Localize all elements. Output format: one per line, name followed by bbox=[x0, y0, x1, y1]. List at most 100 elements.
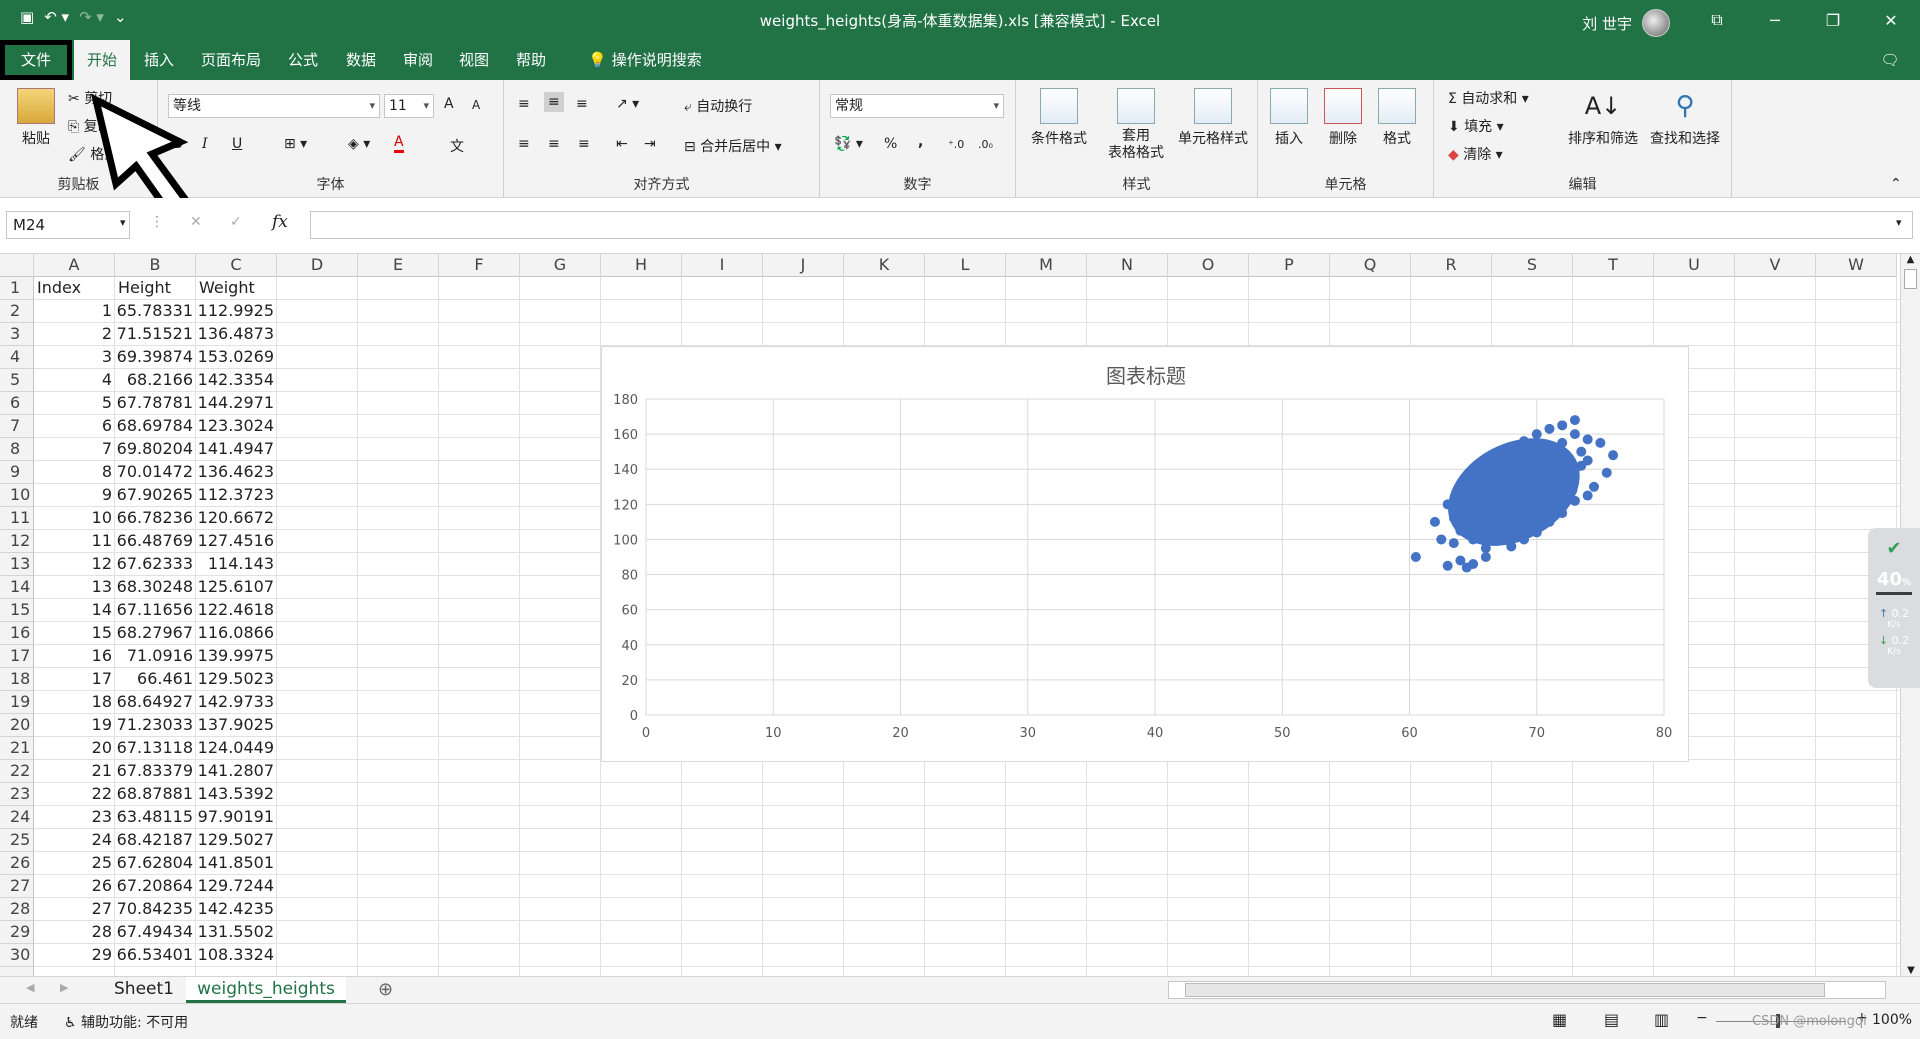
table-cell[interactable]: 12 bbox=[34, 553, 115, 576]
wrap-text-button[interactable]: ⤶ 自动换行 bbox=[684, 96, 752, 116]
scroll-thumb[interactable] bbox=[1904, 269, 1917, 289]
table-cell[interactable]: 14 bbox=[34, 599, 115, 622]
table-cell[interactable]: 97.90191 bbox=[196, 806, 277, 829]
table-cell[interactable]: 129.5023 bbox=[196, 668, 277, 691]
table-cell[interactable]: 16 bbox=[34, 645, 115, 668]
currency-icon[interactable]: 💱 ▾ bbox=[834, 136, 863, 152]
table-cell[interactable]: 136.4873 bbox=[196, 323, 277, 346]
select-all-corner[interactable] bbox=[0, 254, 34, 277]
h-scroll-thumb[interactable] bbox=[1185, 983, 1825, 997]
table-cell[interactable]: 112.9925 bbox=[196, 300, 277, 323]
table-cell[interactable]: 15 bbox=[34, 622, 115, 645]
table-cell[interactable]: 141.4947 bbox=[196, 438, 277, 461]
table-cell[interactable]: 27 bbox=[34, 898, 115, 921]
table-cell[interactable]: 71.51521 bbox=[115, 323, 196, 346]
row-header[interactable]: 14 bbox=[0, 576, 34, 599]
table-cell[interactable]: 67.78781 bbox=[115, 392, 196, 415]
table-cell[interactable]: 4 bbox=[34, 369, 115, 392]
table-cell[interactable]: 139.9975 bbox=[196, 645, 277, 668]
table-cell[interactable]: 65.78331 bbox=[115, 300, 196, 323]
row-header[interactable]: 30 bbox=[0, 944, 34, 967]
table-cell[interactable]: 114.143 bbox=[196, 553, 277, 576]
table-cell[interactable]: 11 bbox=[34, 530, 115, 553]
table-cell[interactable]: 24 bbox=[34, 829, 115, 852]
tab-insert[interactable]: 插入 bbox=[136, 40, 182, 80]
row-header[interactable]: 5 bbox=[0, 369, 34, 392]
increase-decimal-icon[interactable]: ⁺.0 bbox=[948, 138, 964, 151]
name-box[interactable]: M24 bbox=[6, 211, 130, 239]
table-cell[interactable]: 136.4623 bbox=[196, 461, 277, 484]
percent-button[interactable]: % bbox=[884, 136, 897, 152]
conditional-format-button[interactable]: 条件格式 bbox=[1026, 88, 1092, 148]
add-sheet-icon[interactable]: ⊕ bbox=[378, 979, 393, 1000]
row-header[interactable] bbox=[0, 967, 34, 976]
column-header[interactable]: S bbox=[1492, 254, 1573, 277]
table-cell[interactable]: 67.13118 bbox=[115, 737, 196, 760]
table-cell[interactable]: 68.42187 bbox=[115, 829, 196, 852]
tell-me-search[interactable]: 💡 操作说明搜索 bbox=[575, 40, 715, 80]
row-header[interactable]: 17 bbox=[0, 645, 34, 668]
column-title-cell[interactable]: Weight bbox=[196, 277, 277, 300]
column-header[interactable]: O bbox=[1168, 254, 1249, 277]
column-header[interactable]: K bbox=[844, 254, 925, 277]
table-cell[interactable]: 28 bbox=[34, 921, 115, 944]
table-cell[interactable]: 131.5502 bbox=[196, 921, 277, 944]
table-cell[interactable]: 67.11656 bbox=[115, 599, 196, 622]
decrease-decimal-icon[interactable]: .0₀ bbox=[978, 138, 993, 151]
table-cell[interactable]: 68.64927 bbox=[115, 691, 196, 714]
restore-button[interactable]: ❐ bbox=[1804, 0, 1862, 40]
column-header[interactable]: F bbox=[439, 254, 520, 277]
orientation-icon[interactable]: ↗ ▾ bbox=[616, 96, 639, 112]
column-header[interactable]: L bbox=[925, 254, 1006, 277]
column-header[interactable]: T bbox=[1573, 254, 1654, 277]
table-cell[interactable]: 153.0269 bbox=[196, 346, 277, 369]
align-middle-icon[interactable]: ≡ bbox=[544, 92, 564, 112]
phonetic-button[interactable]: 文 bbox=[450, 136, 464, 156]
table-cell[interactable]: 9 bbox=[34, 484, 115, 507]
table-cell[interactable]: 141.8501 bbox=[196, 852, 277, 875]
table-cell[interactable]: 142.4235 bbox=[196, 898, 277, 921]
fill-color-icon[interactable]: ◈ ▾ bbox=[348, 136, 370, 152]
row-header[interactable]: 23 bbox=[0, 783, 34, 806]
column-header[interactable]: I bbox=[682, 254, 763, 277]
align-left-icon[interactable]: ≡ bbox=[518, 136, 530, 152]
table-cell[interactable]: 120.6672 bbox=[196, 507, 277, 530]
table-cell[interactable]: 3 bbox=[34, 346, 115, 369]
tab-home[interactable]: 开始 bbox=[74, 40, 130, 80]
horizontal-scrollbar[interactable] bbox=[1168, 981, 1886, 999]
column-header[interactable]: C bbox=[196, 254, 277, 277]
row-header[interactable]: 4 bbox=[0, 346, 34, 369]
table-cell[interactable]: 5 bbox=[34, 392, 115, 415]
table-cell[interactable]: 66.48769 bbox=[115, 530, 196, 553]
table-cell[interactable]: 69.80204 bbox=[115, 438, 196, 461]
tab-page-layout[interactable]: 页面布局 bbox=[196, 40, 266, 80]
table-cell[interactable]: 66.461 bbox=[115, 668, 196, 691]
row-header[interactable]: 21 bbox=[0, 737, 34, 760]
row-header[interactable]: 10 bbox=[0, 484, 34, 507]
table-cell[interactable]: 67.62804 bbox=[115, 852, 196, 875]
table-cell[interactable]: 23 bbox=[34, 806, 115, 829]
number-format-combo[interactable]: 常规 bbox=[830, 94, 1004, 118]
table-cell[interactable]: 67.20864 bbox=[115, 875, 196, 898]
column-header[interactable]: G bbox=[520, 254, 601, 277]
table-cell[interactable]: 19 bbox=[34, 714, 115, 737]
next-sheet-icon[interactable]: ▶ bbox=[60, 981, 68, 994]
table-cell[interactable]: 22 bbox=[34, 783, 115, 806]
row-header[interactable]: 13 bbox=[0, 553, 34, 576]
table-cell[interactable]: 127.4516 bbox=[196, 530, 277, 553]
increase-indent-icon[interactable]: ⇥ bbox=[644, 136, 656, 152]
table-cell[interactable]: 67.83379 bbox=[115, 760, 196, 783]
font-color-button[interactable]: A bbox=[394, 134, 404, 153]
avatar[interactable] bbox=[1642, 9, 1670, 37]
table-cell[interactable]: 66.78236 bbox=[115, 507, 196, 530]
table-cell[interactable]: 2 bbox=[34, 323, 115, 346]
table-cell[interactable]: 67.90265 bbox=[115, 484, 196, 507]
tab-formulas[interactable]: 公式 bbox=[280, 40, 326, 80]
fill-button[interactable]: ⬇ 填充 ▾ bbox=[1448, 116, 1504, 136]
table-cell[interactable]: 122.4618 bbox=[196, 599, 277, 622]
row-header[interactable]: 1 bbox=[0, 277, 34, 300]
underline-button[interactable]: U bbox=[232, 136, 242, 152]
column-header[interactable]: B bbox=[115, 254, 196, 277]
table-cell[interactable]: 142.9733 bbox=[196, 691, 277, 714]
table-cell[interactable]: 63.48115 bbox=[115, 806, 196, 829]
